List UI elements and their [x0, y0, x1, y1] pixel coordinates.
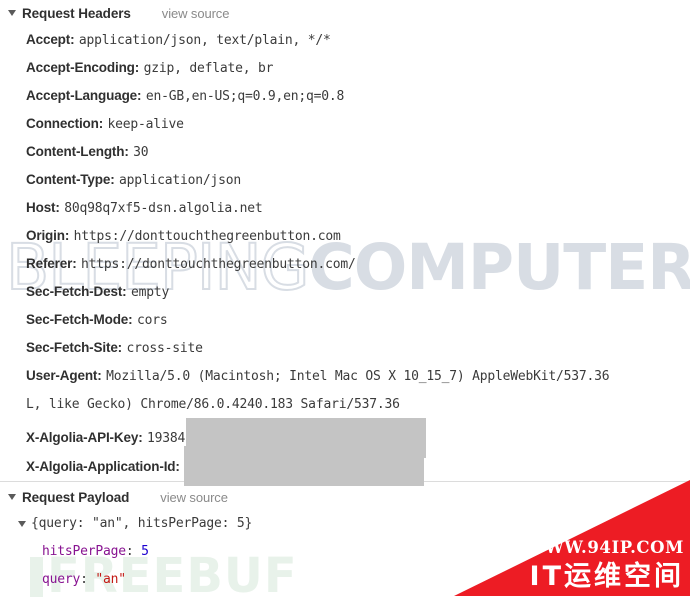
request-headers-title: Request Headers	[22, 5, 131, 21]
header-row[interactable]: Content-Type: application/json	[26, 166, 690, 194]
json-property-separator: :	[80, 572, 96, 587]
header-value-line-1: Mozilla/5.0 (Macintosh; Intel Mac OS X 1…	[106, 369, 610, 384]
header-row[interactable]: Origin: https://donttouchthegreenbutton.…	[26, 222, 690, 250]
header-value: cors	[136, 313, 168, 328]
header-row-user-agent-continued: L, like Gecko) Chrome/86.0.4240.183 Safa…	[26, 390, 690, 418]
redaction-box-application-id	[183, 446, 424, 486]
header-value: 19384	[147, 431, 186, 447]
header-name: Host:	[26, 200, 60, 215]
header-name: Connection:	[26, 116, 104, 131]
request-headers-view-source-link[interactable]: view source	[162, 6, 230, 21]
request-headers-list: Accept: application/json, text/plain, */…	[0, 26, 690, 486]
header-value: 30	[133, 145, 149, 160]
header-row[interactable]: Accept: application/json, text/plain, */…	[26, 26, 690, 54]
header-row[interactable]: Referer: https://donttouchthegreenbutton…	[26, 250, 690, 278]
triangle-down-icon[interactable]	[8, 10, 16, 16]
header-row-algolia-application-id[interactable]: X-Algolia-Application-Id:	[26, 446, 690, 486]
header-row[interactable]: Sec-Fetch-Mode: cors	[26, 306, 690, 334]
header-name: Sec-Fetch-Site:	[26, 340, 123, 355]
header-name: Content-Type:	[26, 172, 115, 187]
header-name: Origin:	[26, 228, 70, 243]
header-row[interactable]: Sec-Fetch-Site: cross-site	[26, 334, 690, 362]
header-row[interactable]: Accept-Language: en-GB,en-US;q=0.9,en;q=…	[26, 82, 690, 110]
header-name: User-Agent:	[26, 368, 102, 383]
header-name: X-Algolia-Application-Id:	[26, 459, 180, 475]
header-name: X-Algolia-API-Key:	[26, 430, 143, 446]
header-value-line-2: L, like Gecko) Chrome/86.0.4240.183 Safa…	[26, 397, 400, 412]
header-name: Sec-Fetch-Dest:	[26, 284, 127, 299]
header-value: 80q98q7xf5-dsn.algolia.net	[64, 201, 263, 216]
header-value: en-GB,en-US;q=0.9,en;q=0.8	[145, 89, 345, 104]
json-root-node[interactable]: {query: "an", hitsPerPage: 5}	[0, 510, 690, 538]
request-payload-title: Request Payload	[22, 489, 130, 505]
json-property-value: "an"	[95, 572, 126, 587]
devtools-headers-panel: Request Headers view source Accept: appl…	[0, 0, 690, 594]
header-value: gzip, deflate, br	[143, 61, 274, 76]
header-name: Referer:	[26, 256, 77, 271]
header-value: https://donttouchthegreenbutton.com/	[81, 257, 356, 272]
header-value: keep-alive	[107, 117, 184, 132]
request-payload-section-header[interactable]: Request Payload view source	[0, 482, 690, 510]
json-property-separator: :	[125, 544, 142, 559]
json-property-value: 5	[141, 544, 149, 559]
header-row-algolia-api-key[interactable]: X-Algolia-API-Key: 19384	[26, 418, 690, 458]
header-value: cross-site	[126, 341, 203, 356]
request-headers-section-header[interactable]: Request Headers view source	[0, 0, 690, 26]
triangle-down-icon[interactable]	[18, 521, 26, 527]
json-root-summary: {query: "an", hitsPerPage: 5}	[31, 516, 253, 531]
header-row[interactable]: Sec-Fetch-Dest: empty	[26, 278, 690, 306]
header-name: Accept:	[26, 32, 75, 47]
header-name: Content-Length:	[26, 144, 129, 159]
json-property-row[interactable]: query: "an"	[0, 566, 690, 594]
json-property-key: query	[42, 572, 81, 587]
header-value: https://donttouchthegreenbutton.com	[73, 229, 341, 244]
request-payload-view-source-link[interactable]: view source	[160, 490, 228, 505]
header-value: empty	[130, 285, 170, 300]
header-name: Accept-Encoding:	[26, 60, 140, 75]
header-name: Sec-Fetch-Mode:	[26, 312, 133, 327]
header-name: Accept-Language:	[26, 88, 142, 103]
triangle-down-icon[interactable]	[8, 494, 16, 500]
header-row-user-agent[interactable]: User-Agent: Mozilla/5.0 (Macintosh; Inte…	[26, 362, 690, 390]
json-property-key: hitsPerPage	[42, 544, 126, 559]
header-row[interactable]: Content-Length: 30	[26, 138, 690, 166]
header-row[interactable]: Connection: keep-alive	[26, 110, 690, 138]
header-value: application/json, text/plain, */*	[78, 33, 331, 48]
header-value: application/json	[119, 173, 242, 188]
json-property-row[interactable]: hitsPerPage: 5	[0, 538, 690, 566]
header-row[interactable]: Accept-Encoding: gzip, deflate, br	[26, 54, 690, 82]
header-row[interactable]: Host: 80q98q7xf5-dsn.algolia.net	[26, 194, 690, 222]
